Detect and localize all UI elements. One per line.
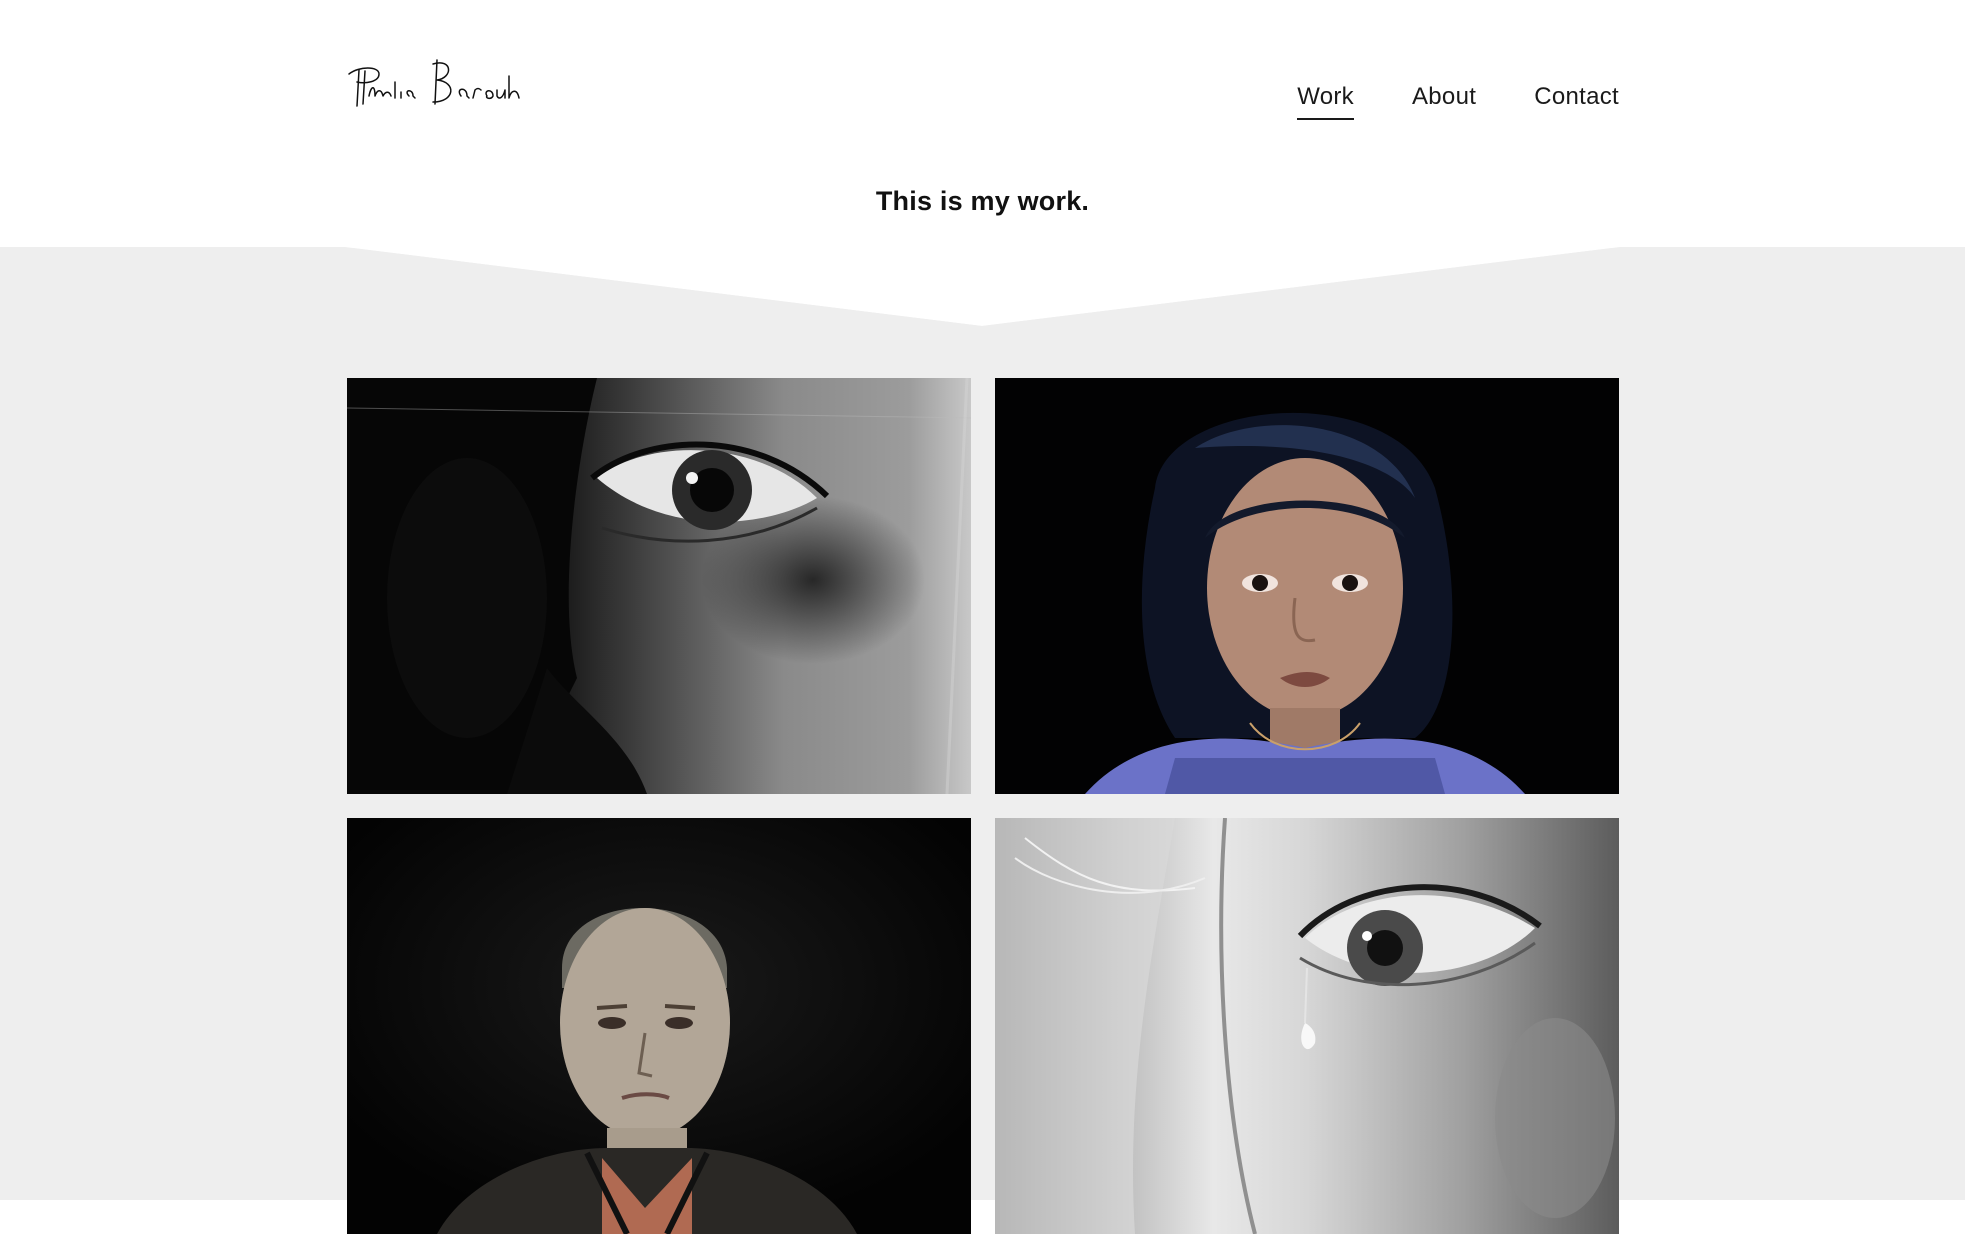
gallery-tile-girl-portrait[interactable]: [995, 378, 1619, 794]
header-notch-divider: [0, 247, 1965, 329]
photo-grid: [347, 378, 1619, 1234]
gallery-tile-man-portrait[interactable]: [347, 818, 971, 1234]
page-title: This is my work.: [875, 186, 1090, 216]
nav-work-link[interactable]: Work: [1297, 82, 1354, 120]
eye-closeup-photo: [347, 378, 971, 794]
nav-contact-link[interactable]: Contact: [1534, 82, 1619, 118]
tear-eye-photo: [995, 818, 1619, 1234]
signature-logo-icon: [348, 59, 520, 107]
gallery-tile-eye-closeup[interactable]: [347, 378, 971, 794]
site-logo[interactable]: [345, 56, 523, 112]
nav-about-link[interactable]: About: [1412, 82, 1476, 118]
girl-portrait-photo: [995, 378, 1619, 794]
gallery-tile-tear-eye[interactable]: [995, 818, 1619, 1234]
man-portrait-photo: [347, 818, 971, 1234]
main-nav: Work About Contact: [1297, 82, 1619, 120]
